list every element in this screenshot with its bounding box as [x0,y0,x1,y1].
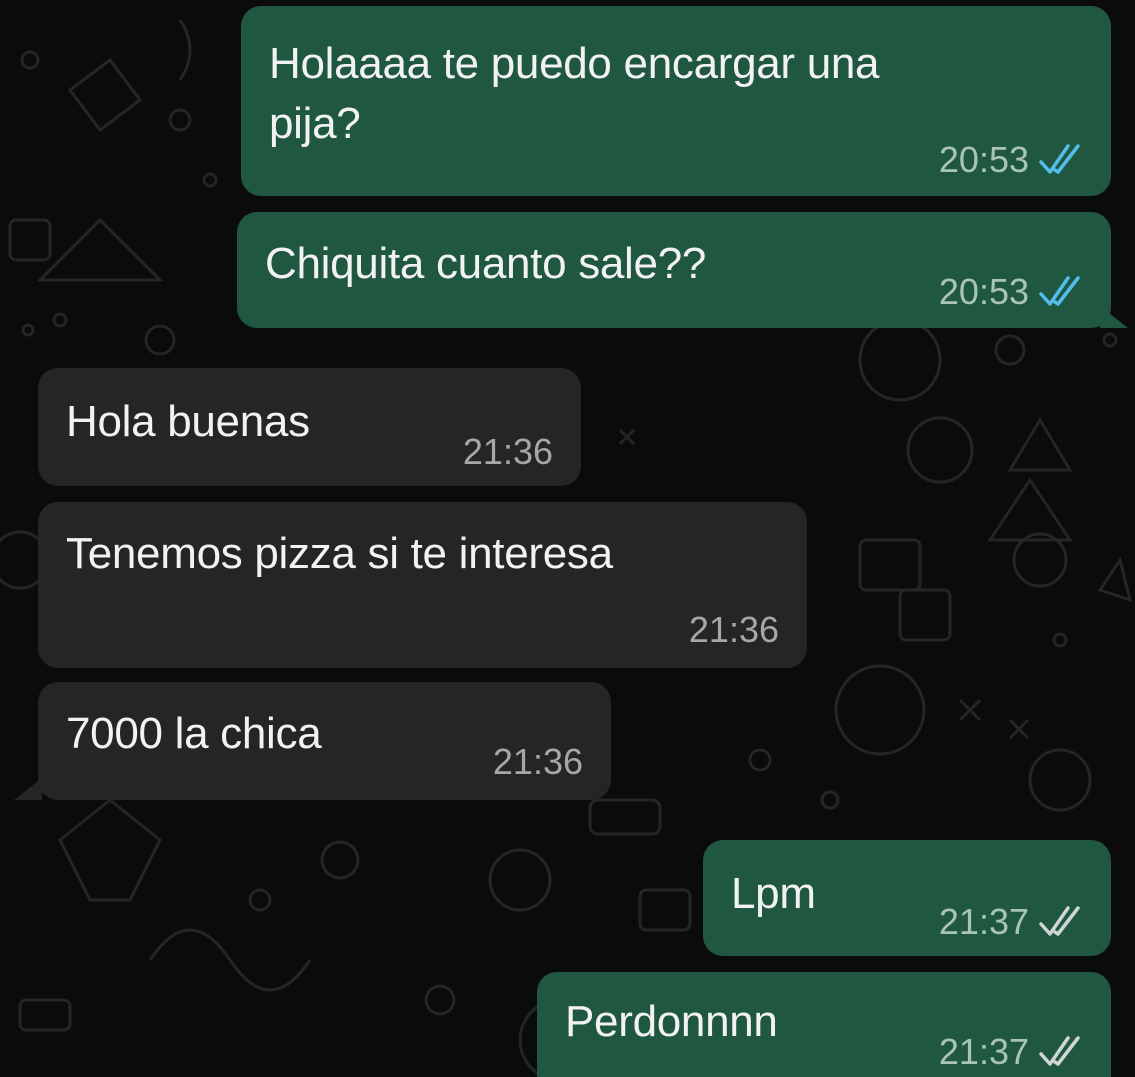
bubble-tail [1100,306,1128,328]
message-time: 21:37 [938,1031,1029,1072]
message-meta: 21:37 [939,1032,1083,1072]
message-meta: 20:53 [939,140,1083,180]
message-meta: 21:36 [463,432,553,472]
double-check-icon [1039,276,1080,306]
chat-area[interactable]: Holaaaa te puedo encargar una pija? 20:5… [0,0,1135,1077]
message-text: Perdonnnn [565,997,778,1046]
message-meta: 21:37 [939,902,1083,942]
double-check-icon [1039,906,1080,936]
message-meta: 20:53 [939,272,1083,312]
message-text: 7000 la chica [66,709,322,758]
message-bubble-incoming[interactable]: Hola buenas 21:36 [38,368,581,486]
message-bubble-outgoing[interactable]: Chiquita cuanto sale?? 20:53 [237,212,1111,328]
message-text: Hola buenas [66,397,310,446]
message-bubble-incoming[interactable]: 7000 la chica 21:36 [38,682,611,800]
bubble-tail [14,778,42,800]
message-meta: 21:36 [689,610,779,650]
message-text: Tenemos pizza si te interesa [66,529,613,578]
message-bubble-outgoing[interactable]: Lpm 21:37 [703,840,1111,956]
message-bubble-outgoing[interactable]: Perdonnnn 21:37 [537,972,1111,1077]
message-time: 20:53 [938,271,1029,312]
message-time: 21:36 [462,431,553,472]
message-meta: 21:36 [493,742,583,782]
message-time: 21:37 [938,901,1029,942]
double-check-icon [1039,144,1080,174]
message-text: Lpm [731,869,816,918]
message-text: Chiquita cuanto sale?? [265,239,707,288]
message-bubble-outgoing[interactable]: Holaaaa te puedo encargar una pija? 20:5… [241,6,1111,196]
message-text: Holaaaa te puedo encargar una pija? [269,39,880,148]
message-time: 21:36 [492,741,583,782]
message-time: 20:53 [938,139,1029,180]
message-bubble-incoming[interactable]: Tenemos pizza si te interesa 21:36 [38,502,807,668]
double-check-icon [1039,1036,1080,1066]
message-time: 21:36 [688,609,779,650]
